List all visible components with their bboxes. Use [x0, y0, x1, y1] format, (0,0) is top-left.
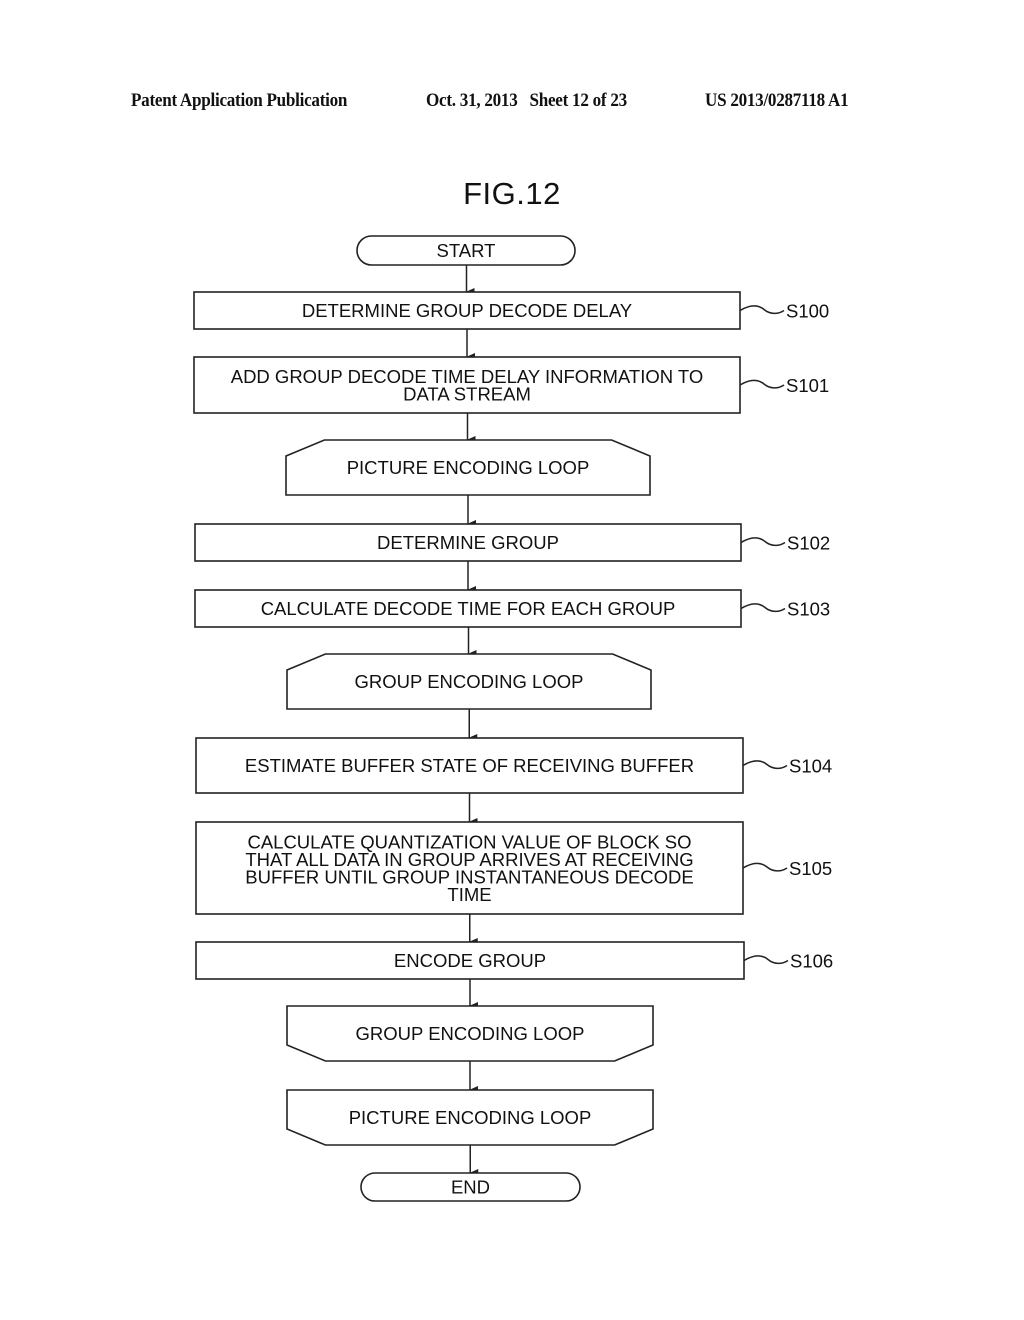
- flow-node-group-loop-end: GROUP ENCODING LOOP: [286, 1005, 654, 1062]
- node-text-line: ESTIMATE BUFFER STATE OF RECEIVING BUFFE…: [245, 755, 694, 776]
- step-label: S106: [790, 951, 833, 972]
- flow-node-s100: DETERMINE GROUP DECODE DELAY S100: [193, 291, 829, 330]
- flow-node-picture-loop-start: PICTURE ENCODING LOOP: [285, 439, 651, 496]
- step-leader-line: [742, 760, 788, 770]
- node-text-line: GROUP ENCODING LOOP: [355, 671, 584, 692]
- node-text-line: CALCULATE DECODE TIME FOR EACH GROUP: [261, 598, 676, 619]
- flow-node-group-loop-start: GROUP ENCODING LOOP: [286, 653, 652, 710]
- flow-node-s103: CALCULATE DECODE TIME FOR EACH GROUP S103: [194, 589, 830, 628]
- step-leader-line: [742, 862, 788, 872]
- node-text-line: TIME: [447, 884, 491, 905]
- flow-node-s101: ADD GROUP DECODE TIME DELAY INFORMATION …: [193, 356, 829, 414]
- step-leader-line: [740, 603, 786, 613]
- flow-node-s104: ESTIMATE BUFFER STATE OF RECEIVING BUFFE…: [195, 737, 832, 794]
- node-text-line: ENCODE GROUP: [394, 950, 546, 971]
- step-label: S100: [786, 301, 829, 322]
- step-label: S102: [787, 533, 830, 554]
- flow-node-end: END: [360, 1172, 581, 1202]
- flow-node-s105: CALCULATE QUANTIZATION VALUE OF BLOCK SO…: [195, 821, 832, 915]
- node-text-line: END: [451, 1177, 490, 1198]
- flow-node-s106: ENCODE GROUP S106: [195, 941, 833, 980]
- node-text-line: START: [437, 240, 496, 261]
- step-label: S103: [787, 599, 830, 620]
- step-leader-line: [743, 955, 789, 965]
- flow-node-start: START: [356, 235, 576, 266]
- step-leader-line: [740, 537, 786, 547]
- step-leader-line: [739, 379, 785, 389]
- node-text-line: GROUP ENCODING LOOP: [356, 1023, 585, 1044]
- step-label: S104: [789, 756, 832, 777]
- node-text-line: DATA STREAM: [403, 383, 531, 404]
- node-text-line: PICTURE ENCODING LOOP: [347, 457, 590, 478]
- flowchart: START DETERMINE GROUP DECODE DELAY S100 ADD…: [193, 235, 833, 1202]
- node-text-line: DETERMINE GROUP DECODE DELAY: [302, 300, 632, 321]
- flow-node-s102: DETERMINE GROUP S102: [194, 523, 830, 562]
- step-label: S105: [789, 858, 832, 879]
- node-text-line: DETERMINE GROUP: [377, 532, 559, 553]
- node-text-line: PICTURE ENCODING LOOP: [349, 1107, 592, 1128]
- step-label: S101: [786, 375, 829, 396]
- step-leader-line: [739, 305, 785, 315]
- flow-node-picture-loop-end: PICTURE ENCODING LOOP: [286, 1089, 654, 1146]
